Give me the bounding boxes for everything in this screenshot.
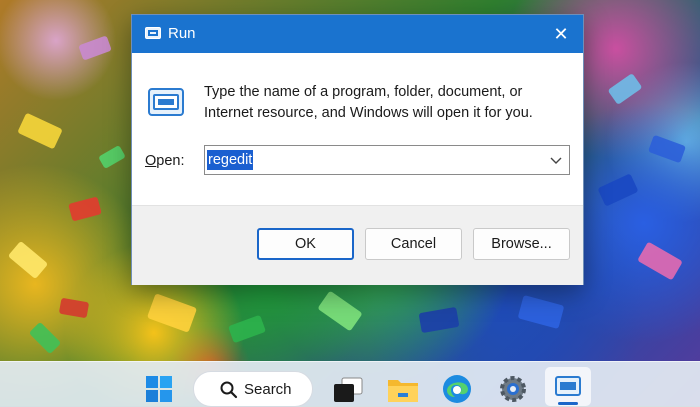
cancel-button[interactable]: Cancel (365, 228, 462, 260)
edge-icon[interactable] (441, 373, 473, 405)
run-dialog: Run ✕ Type the name of a program, folder… (131, 14, 584, 285)
dialog-title: Run (168, 25, 196, 42)
task-view-icon[interactable] (332, 376, 364, 404)
search-icon (220, 381, 238, 399)
ok-button[interactable]: OK (257, 228, 354, 260)
active-app-indicator (558, 402, 578, 405)
close-icon: ✕ (553, 24, 569, 44)
search-label: Search (244, 381, 292, 398)
run-icon (145, 27, 161, 39)
run-program-icon (148, 88, 184, 116)
open-label: Open: (145, 153, 185, 169)
close-button[interactable]: ✕ (539, 15, 583, 53)
open-input[interactable]: regedit (207, 150, 254, 170)
open-label-text: pen: (156, 153, 185, 169)
run-taskbar-icon (555, 376, 581, 396)
open-label-accelerator: O (145, 153, 157, 169)
taskbar-item-run[interactable] (545, 367, 591, 406)
taskbar-search[interactable]: Search (193, 371, 313, 407)
settings-icon[interactable] (497, 373, 529, 405)
file-explorer-icon[interactable] (386, 374, 420, 404)
chevron-down-icon[interactable] (549, 151, 563, 169)
open-combobox[interactable]: regedit (204, 145, 570, 175)
browse-button[interactable]: Browse... (473, 228, 570, 260)
title-bar[interactable]: Run ✕ (132, 15, 583, 53)
windows-start-icon[interactable] (145, 375, 173, 403)
dialog-description: Type the name of a program, folder, docu… (204, 84, 533, 121)
